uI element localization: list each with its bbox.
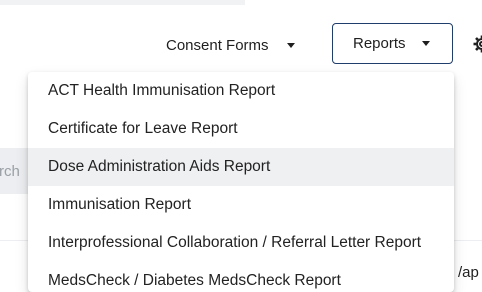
background-partial-text: /ap (458, 264, 479, 281)
menu-item-medscheck-report[interactable]: MedsCheck / Diabetes MedsCheck Report (28, 262, 454, 292)
consent-forms-button[interactable]: Consent Forms (160, 24, 301, 66)
chevron-down-icon (421, 41, 430, 46)
menu-item-immunisation-report[interactable]: Immunisation Report (28, 186, 454, 224)
menu-item-dose-administration-aids-report[interactable]: Dose Administration Aids Report (28, 148, 454, 186)
reports-dropdown-menu: ACT Health Immunisation Report Certifica… (28, 72, 454, 292)
header-divider (0, 0, 245, 5)
menu-item-act-health-immunisation-report[interactable]: ACT Health Immunisation Report (28, 72, 454, 110)
menu-item-interprofessional-collaboration-report[interactable]: Interprofessional Collaboration / Referr… (28, 224, 454, 262)
menu-item-certificate-for-leave-report[interactable]: Certificate for Leave Report (28, 110, 454, 148)
reports-button[interactable]: Reports (332, 23, 453, 64)
consent-forms-label: Consent Forms (166, 36, 269, 54)
reports-label: Reports (353, 35, 406, 52)
search-placeholder: rch (0, 163, 20, 180)
chevron-down-icon (286, 42, 295, 48)
gear-icon[interactable] (472, 34, 482, 54)
